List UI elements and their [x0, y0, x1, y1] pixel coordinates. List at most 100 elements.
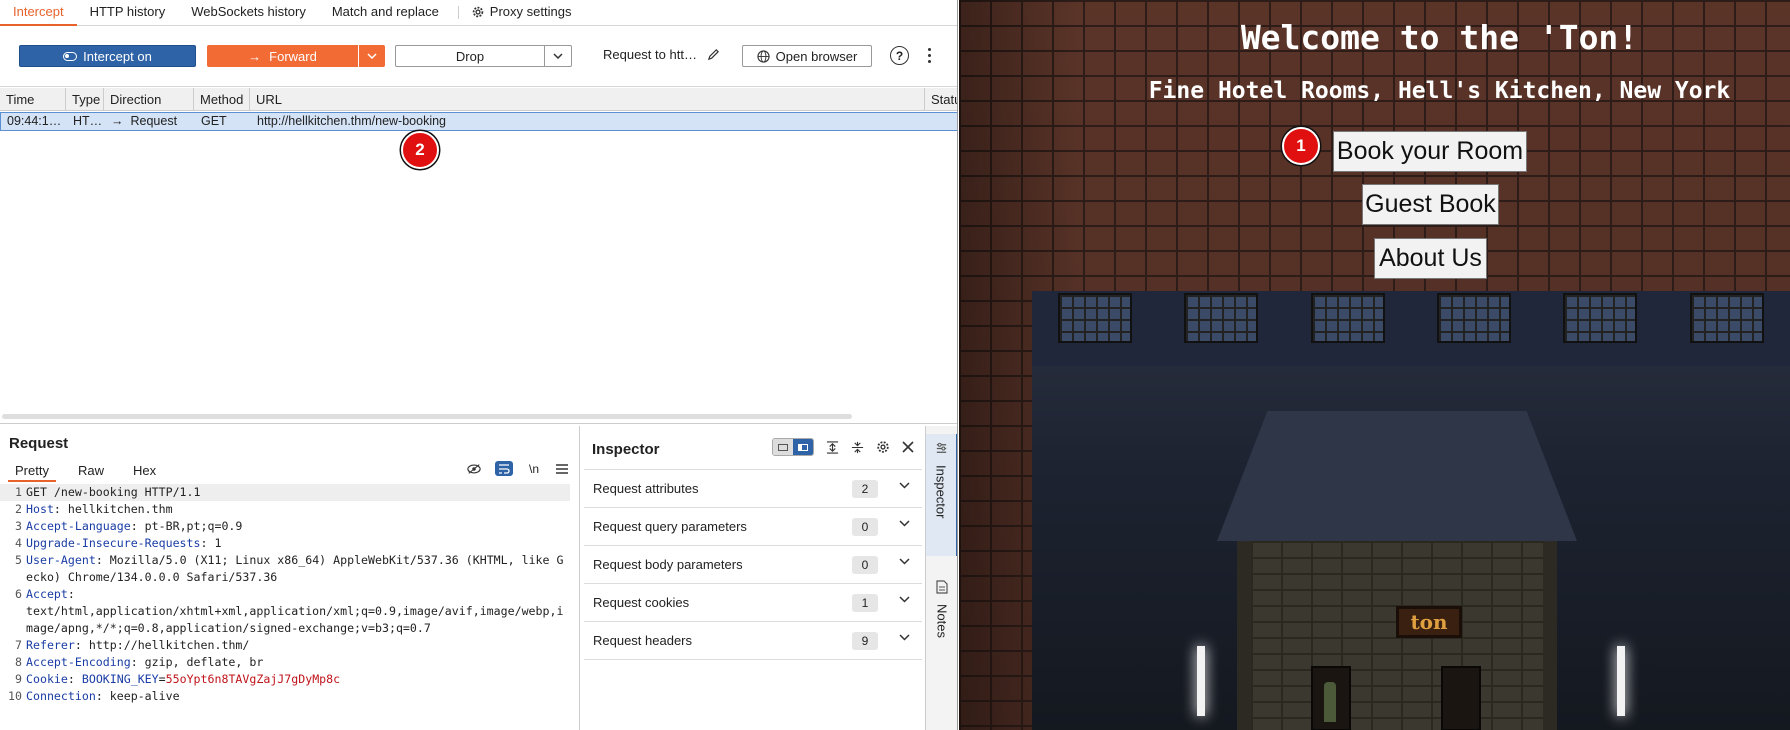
chevron-down-icon — [899, 558, 910, 565]
section-label: Request cookies — [593, 595, 690, 610]
about-us-button[interactable]: About Us — [1374, 238, 1487, 279]
open-browser-button[interactable]: Open browser — [742, 45, 872, 67]
tab-pretty[interactable]: Pretty — [8, 460, 56, 482]
toggle-icon — [63, 51, 78, 61]
menu-icon[interactable] — [555, 462, 569, 476]
burp-proxy-pane: Intercept HTTP history WebSockets histor… — [0, 0, 958, 730]
column-status[interactable]: Status — [925, 88, 957, 111]
rail-tab-inspector[interactable]: Inspector — [926, 434, 957, 556]
column-direction[interactable]: Direction — [104, 88, 194, 111]
column-url[interactable]: URL — [250, 88, 925, 111]
column-method[interactable]: Method — [194, 88, 250, 111]
code-line: 8 Accept-Encoding: gzip, deflate, br — [0, 654, 570, 671]
intercept-label: Intercept on — [83, 48, 152, 64]
inspector-row-attributes[interactable]: Request attributes 2 — [584, 470, 922, 508]
inspector-panel: Inspector Request attributes 2 Request qu… — [581, 426, 924, 730]
newline-icon[interactable]: \n — [527, 462, 541, 476]
drop-main[interactable]: Drop — [396, 46, 544, 66]
tab-raw[interactable]: Raw — [71, 460, 111, 482]
line-content: Accept-Language: pt-BR,pt;q=0.9 — [26, 519, 243, 533]
request-target-label: Request to htt… — [603, 47, 697, 62]
line-content: Referer: http://hellkitchen.thm/ — [26, 638, 250, 652]
tab-match-and-replace[interactable]: Match and replace — [319, 0, 452, 25]
header-key: Cookie — [26, 672, 68, 686]
pencil-icon[interactable] — [707, 48, 720, 61]
chevron-down-icon — [899, 482, 910, 489]
wrap-lines-icon[interactable] — [495, 461, 513, 476]
code-line: 5 User-Agent: Mozilla/5.0 (X11; Linux x86… — [0, 552, 570, 586]
collapse-all-icon[interactable] — [851, 441, 864, 454]
forward-button[interactable]: → Forward — [207, 45, 385, 67]
drop-dropdown[interactable] — [544, 46, 571, 66]
section-label: Request body parameters — [593, 557, 743, 572]
chevron-down-icon — [367, 53, 377, 59]
forward-label: Forward — [269, 48, 317, 64]
line-number: 2 — [15, 502, 22, 516]
tab-intercept[interactable]: Intercept — [0, 0, 77, 26]
help-icon[interactable]: ? — [890, 46, 909, 65]
pane-divider[interactable] — [0, 423, 957, 424]
expand-all-icon[interactable] — [826, 440, 839, 454]
row-direction: → Request — [105, 113, 195, 130]
request-tools: \n — [467, 461, 569, 476]
chevron-down-icon — [553, 53, 563, 59]
inspector-row-cookies[interactable]: Request cookies 1 — [584, 584, 922, 622]
history-table-header: Time Type Direction Method URL Status — [0, 88, 957, 111]
tab-websockets-history[interactable]: WebSockets history — [178, 0, 319, 25]
intercept-toolbar: Intercept on → Forward Drop Request to h… — [0, 26, 957, 87]
header-key: Upgrade-Insecure-Requests — [26, 536, 201, 550]
gear-icon[interactable] — [876, 440, 890, 454]
line-number: 3 — [15, 519, 22, 533]
tab-hex[interactable]: Hex — [126, 460, 163, 482]
line-content: Connection: keep-alive — [26, 689, 180, 703]
layout-toggle[interactable] — [772, 438, 814, 456]
section-count: 1 — [852, 594, 878, 612]
chevron-down-icon — [899, 520, 910, 527]
chevron-down-icon — [899, 634, 910, 641]
section-count: 0 — [852, 556, 878, 574]
line-content: Cookie: BOOKING_KEY=55oYpt6n8TAVgZajJ7gD… — [26, 672, 341, 686]
inspector-row-query-params[interactable]: Request query parameters 0 — [584, 508, 922, 546]
rail-tab-notes[interactable]: Notes — [926, 576, 957, 676]
horizontal-scrollbar[interactable] — [2, 414, 852, 419]
guest-book-button[interactable]: Guest Book — [1362, 184, 1499, 225]
tab-http-history[interactable]: HTTP history — [77, 0, 179, 25]
cookie-value: 55oYpt6n8TAVgZajJ7gDyMp8c — [165, 672, 341, 686]
header-value: Mozilla/5.0 (X11; Linux x86_64) AppleWeb… — [26, 553, 564, 584]
column-time[interactable]: Time — [0, 88, 66, 111]
forward-dropdown[interactable] — [358, 45, 385, 67]
close-icon[interactable] — [902, 441, 914, 453]
proxy-settings-label: Proxy settings — [489, 4, 572, 19]
request-editor: Request Pretty Raw Hex \n 1 GET /new-book… — [0, 426, 580, 730]
column-type[interactable]: Type — [66, 88, 104, 111]
section-label: Request attributes — [593, 481, 699, 496]
more-options-icon[interactable] — [925, 46, 933, 65]
row-type: HT… — [73, 114, 103, 128]
line-content: User-Agent: Mozilla/5.0 (X11; Linux x86_… — [26, 553, 564, 584]
code-line: 9 Cookie: BOOKING_KEY=55oYpt6n8TAVgZajJ7g… — [0, 671, 570, 688]
layout-vertical-icon[interactable] — [793, 439, 813, 455]
line-content: Upgrade-Insecure-Requests: 1 — [26, 536, 222, 550]
header-key: Accept-Language — [26, 519, 131, 533]
table-row[interactable]: 09:44:1… HT… → Request GET http://hellki… — [0, 112, 957, 131]
line-content: Accept-Encoding: gzip, deflate, br — [26, 655, 264, 669]
intercept-toggle-button[interactable]: Intercept on — [19, 45, 196, 67]
inspector-title: Inspector — [592, 441, 660, 458]
book-room-button[interactable]: Book your Room — [1333, 131, 1527, 172]
row-time: 09:44:1… — [7, 114, 62, 128]
request-code[interactable]: 1 GET /new-booking HTTP/1.1 2 Host: hellkit… — [0, 484, 570, 705]
inspector-row-headers[interactable]: Request headers 9 — [584, 622, 922, 660]
hide-eye-icon[interactable] — [467, 462, 481, 476]
request-target[interactable]: Request to htt… — [603, 47, 720, 62]
inspector-row-body-params[interactable]: Request body parameters 0 — [584, 546, 922, 584]
drop-button[interactable]: Drop — [395, 45, 572, 67]
hotel-entrance: ton — [1237, 541, 1557, 730]
arrow-right-icon: → — [111, 114, 124, 128]
layout-horizontal-icon[interactable] — [773, 439, 793, 455]
line-number: 9 — [15, 672, 22, 686]
header-value: gzip, deflate, br — [137, 655, 264, 669]
header-value: hellkitchen.thm — [60, 502, 173, 516]
arrow-right-icon: → — [248, 48, 262, 64]
tab-proxy-settings[interactable]: Proxy settings — [463, 0, 585, 25]
forward-main[interactable]: → Forward — [207, 45, 358, 67]
